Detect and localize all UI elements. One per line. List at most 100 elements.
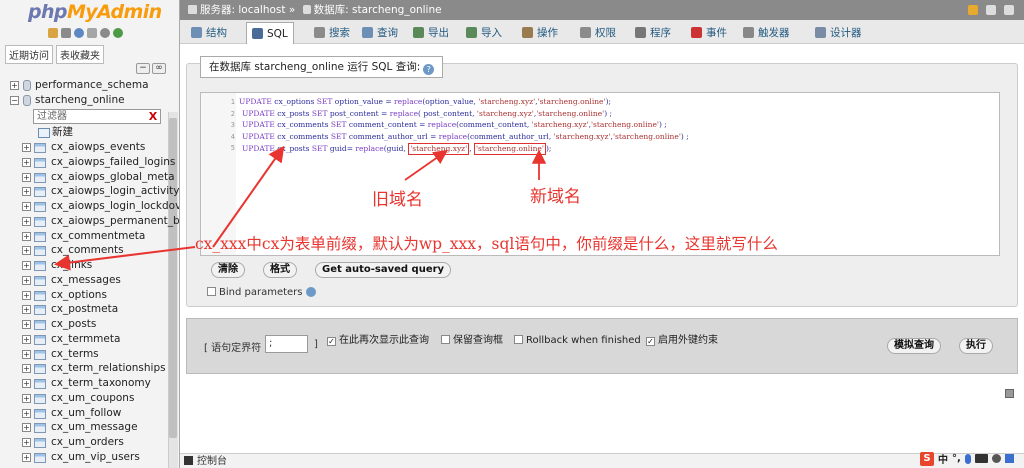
table-filter-input[interactable]: 过滤器 — [33, 109, 161, 124]
tab-privileges[interactable]: 权限 — [575, 22, 621, 44]
privileges-icon — [580, 27, 591, 38]
sql-line[interactable]: UPDATE cx_posts SET post_content = repla… — [242, 109, 612, 119]
clear-button[interactable]: 清除 — [211, 262, 245, 278]
expand-icon[interactable]: + — [22, 379, 31, 388]
lock-icon[interactable] — [968, 5, 978, 15]
keyboard-icon[interactable] — [974, 454, 988, 463]
expand-icon[interactable]: + — [22, 334, 31, 344]
recent-tab[interactable]: 近期访问 — [5, 45, 53, 64]
microphone-icon[interactable] — [964, 453, 971, 464]
console-bar[interactable] — [180, 453, 1024, 468]
table-icon — [34, 349, 46, 360]
tab-wrench[interactable]: 操作 — [517, 22, 563, 44]
tab-sql[interactable]: SQL — [246, 22, 294, 44]
bind-parameters-row: Bind parameters — [207, 287, 316, 299]
rollback-option[interactable]: Rollback when finished — [514, 335, 641, 347]
database-icon — [302, 5, 311, 14]
breadcrumb-database[interactable]: 数据库: starcheng_online — [314, 4, 442, 16]
expand-icon[interactable]: + — [22, 202, 31, 211]
tab-routines[interactable]: 程序 — [630, 22, 676, 44]
expand-icon[interactable]: + — [22, 157, 31, 167]
ime-language[interactable]: 中 — [938, 451, 948, 466]
tab-clock[interactable]: 事件 — [686, 22, 732, 44]
ime-user-icon[interactable] — [991, 454, 1001, 463]
settings-icon[interactable] — [986, 5, 996, 15]
expand-icon[interactable]: + — [22, 393, 31, 403]
show-query-again-checkbox[interactable]: ✓ — [327, 337, 336, 346]
expand-icon[interactable]: + — [22, 246, 31, 256]
table-icon — [34, 187, 46, 198]
grid-icon[interactable] — [1004, 454, 1014, 463]
expand-icon[interactable]: + — [22, 290, 31, 300]
expand-icon[interactable]: + — [22, 452, 31, 462]
reload-icon[interactable] — [113, 28, 123, 38]
tab-triggers[interactable]: 触发器 — [738, 22, 795, 44]
expand-icon[interactable]: + — [22, 349, 31, 359]
line-number: 4 — [230, 132, 235, 141]
bind-parameters-checkbox[interactable] — [207, 287, 216, 296]
tab-structure[interactable]: 结构 — [186, 22, 232, 44]
ime-punctuation[interactable]: °, — [952, 453, 961, 464]
table-icon — [34, 143, 46, 153]
expand-icon[interactable]: + — [22, 172, 31, 182]
expand-icon[interactable]: + — [22, 231, 31, 241]
window-collapse-icon[interactable] — [1004, 5, 1014, 15]
resize-icon[interactable] — [1005, 389, 1014, 398]
expand-icon[interactable]: + — [22, 261, 31, 270]
sql-panel-legend: 在数据库 starcheng_online 运行 SQL 查询:? — [200, 56, 444, 78]
collapse-all-icon[interactable]: − — [136, 63, 150, 74]
home-icon[interactable] — [48, 28, 58, 38]
foreign-keys-option[interactable]: ✓ 启用外键约束 — [646, 335, 718, 347]
help-icon[interactable] — [305, 287, 316, 297]
sql-line[interactable]: UPDATE cx_comments SET comment_author_ur… — [242, 132, 689, 142]
sql-line[interactable]: UPDATE cx_comments SET comment_content =… — [242, 120, 667, 130]
settings-icon[interactable] — [100, 28, 110, 38]
expand-icon[interactable]: + — [22, 320, 31, 329]
expand-icon[interactable]: + — [22, 364, 31, 374]
expand-icon[interactable]: + — [22, 438, 31, 447]
console-toggle[interactable]: 控制台 — [180, 455, 227, 468]
sql-line[interactable]: UPDATE cx_options SET option_value = rep… — [239, 97, 611, 107]
table-icon — [34, 379, 46, 389]
expand-icon[interactable]: + — [10, 81, 19, 90]
expand-icon[interactable]: + — [22, 408, 31, 418]
wrench-icon — [522, 27, 533, 38]
help-icon[interactable]: ? — [423, 64, 435, 75]
tab-import[interactable]: 导入 — [461, 22, 507, 44]
foreign-keys-checkbox[interactable]: ✓ — [646, 337, 655, 346]
help-icon[interactable] — [74, 28, 84, 38]
breadcrumb-server[interactable]: 服务器: localhost » — [200, 4, 295, 16]
delimiter-input[interactable]: ; — [265, 335, 308, 353]
delimiter-bracket: ] — [314, 339, 318, 350]
favorites-tab[interactable]: 表收藏夹 — [56, 45, 104, 64]
delimiter-label: [ 语句定界符 — [204, 343, 262, 354]
link-icon[interactable]: ∞ — [152, 63, 166, 74]
tab-designer[interactable]: 设计器 — [810, 22, 867, 44]
table-icon — [34, 157, 46, 168]
expand-icon[interactable]: + — [22, 143, 31, 152]
tab-search[interactable]: 搜索 — [309, 22, 355, 44]
rollback-checkbox[interactable] — [514, 335, 523, 344]
simulate-query-button[interactable]: 模拟查询 — [887, 338, 941, 354]
format-button[interactable]: 格式 — [263, 262, 297, 278]
tab-query[interactable]: 查询 — [357, 22, 403, 44]
phpmyadmin-logo[interactable]: phpMyAdmin — [28, 1, 162, 23]
collapse-icon[interactable]: − — [10, 96, 19, 105]
go-button[interactable]: 执行 — [959, 338, 993, 354]
expand-icon[interactable]: + — [22, 275, 31, 285]
expand-icon[interactable]: + — [22, 423, 31, 433]
keep-query-box-checkbox[interactable] — [441, 335, 450, 344]
line-number-gutter: 1 2 3 4 5 — [201, 93, 236, 255]
clear-filter-icon[interactable]: X — [146, 109, 160, 124]
expand-icon[interactable]: + — [22, 216, 31, 226]
expand-icon[interactable]: + — [22, 305, 31, 315]
docs-icon[interactable] — [87, 28, 97, 38]
get-auto-saved-query-button[interactable]: Get auto-saved query — [315, 262, 452, 278]
sogou-ime-icon[interactable]: S — [920, 451, 934, 466]
tab-export[interactable]: 导出 — [408, 22, 454, 44]
expand-icon[interactable]: + — [22, 187, 31, 197]
show-query-again-option[interactable]: ✓ 在此再次显示此查询 — [327, 335, 429, 347]
logout-icon[interactable] — [61, 28, 71, 38]
sql-line[interactable]: UPDATE cx_posts SET guid= replace(guid, … — [242, 143, 551, 155]
keep-query-box-option[interactable]: 保留查询框 — [441, 335, 503, 347]
